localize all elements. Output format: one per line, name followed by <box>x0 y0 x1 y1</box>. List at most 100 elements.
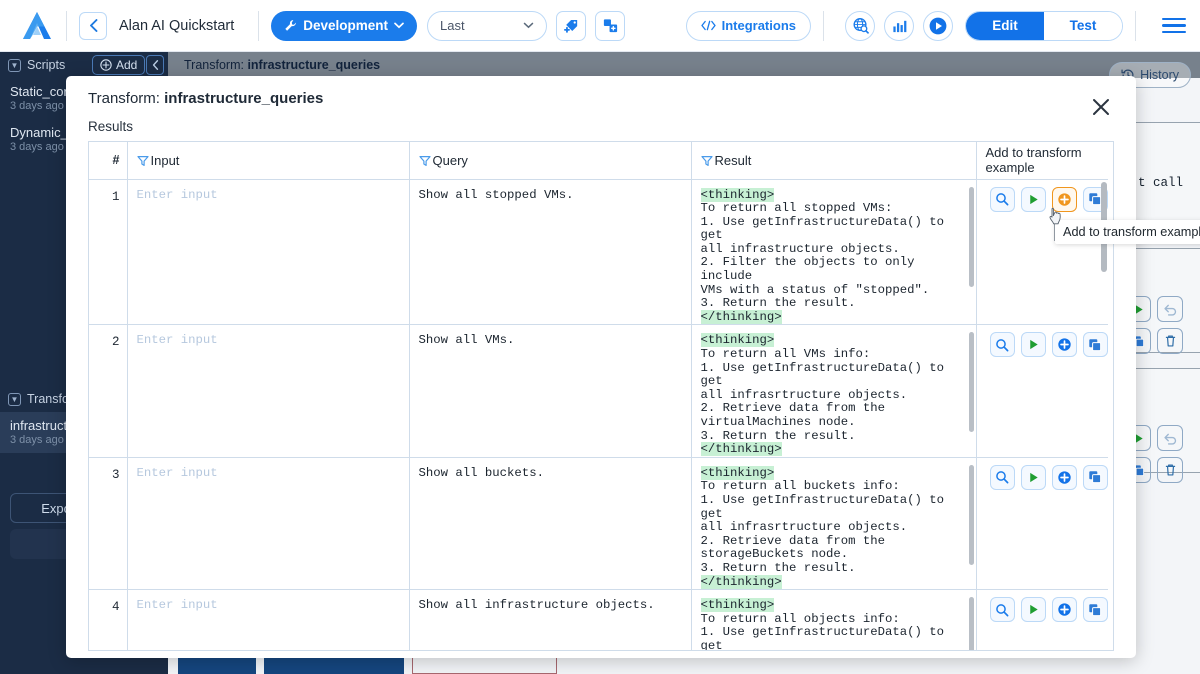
result-cell[interactable]: <thinking> To return all VMs info: 1. Us… <box>691 325 976 457</box>
header-divider-3 <box>823 11 824 41</box>
integrations-button[interactable]: Integrations <box>686 11 811 41</box>
wrench-icon <box>284 19 297 32</box>
query-cell[interactable]: Show all VMs. <box>409 325 691 457</box>
add-to-example-button[interactable] <box>1052 465 1077 490</box>
run-button[interactable] <box>1021 332 1046 357</box>
run-button[interactable] <box>1021 465 1046 490</box>
play-icon <box>1027 193 1040 206</box>
column-header-input[interactable]: Input <box>127 142 409 179</box>
view-button[interactable] <box>990 465 1015 490</box>
query-text: Show all stopped VMs. <box>419 189 682 203</box>
add-button[interactable]: Add <box>92 55 145 75</box>
copy-button[interactable] <box>1083 465 1108 490</box>
history-label: History <box>1140 68 1179 82</box>
actions-cell <box>976 179 1108 325</box>
plus-circle-icon <box>1057 602 1072 617</box>
collapse-sidebar-button[interactable] <box>146 55 164 75</box>
add-tag-button[interactable] <box>556 11 586 41</box>
view-button[interactable] <box>990 187 1015 212</box>
run-button[interactable] <box>1021 187 1046 212</box>
result-cell[interactable]: <thinking> To return all objects info: 1… <box>691 590 976 651</box>
edit-test-toggle[interactable]: Edit Test <box>965 11 1123 41</box>
bg-delete-button-2[interactable] <box>1157 457 1183 483</box>
chevron-down-icon <box>394 22 404 29</box>
modal-title-prefix: Transform: <box>88 90 164 107</box>
magnifier-icon <box>995 470 1009 484</box>
magnifier-icon <box>995 192 1009 206</box>
main-menu-button[interactable] <box>1162 18 1186 34</box>
table-row: 2 Enter input Show all VMs. <thinking> T… <box>89 325 1108 457</box>
thinking-close-tag: </thinking> <box>701 442 782 456</box>
version-selector[interactable]: Last <box>427 11 547 41</box>
bg-delete-button-1[interactable] <box>1157 328 1183 354</box>
bg-undo-button-2[interactable] <box>1157 425 1183 451</box>
query-cell[interactable]: Show all buckets. <box>409 457 691 589</box>
filter-icon[interactable] <box>701 155 713 167</box>
analytics-button[interactable] <box>884 11 914 41</box>
column-header-num: # <box>89 142 127 179</box>
result-cell[interactable]: <thinking> To return all buckets info: 1… <box>691 457 976 589</box>
thinking-open-tag: <thinking> <box>701 333 775 347</box>
copy-button[interactable] <box>1083 597 1108 622</box>
copy-icon <box>1088 470 1102 484</box>
version-label: Last <box>440 18 465 33</box>
table-row: 4 Enter input Show all infrastructure ob… <box>89 590 1108 651</box>
result-text: <thinking> To return all buckets info: 1… <box>701 467 967 589</box>
undo-icon <box>1163 303 1177 316</box>
undo-icon <box>1163 432 1177 445</box>
query-text: Show all buckets. <box>419 467 682 481</box>
column-header-query[interactable]: Query <box>409 142 691 179</box>
view-button[interactable] <box>990 597 1015 622</box>
run-button[interactable] <box>1021 597 1046 622</box>
bar-chart-icon <box>891 18 908 34</box>
actions-cell <box>976 457 1108 589</box>
copy-button[interactable] <box>1083 332 1108 357</box>
magnifier-icon <box>995 338 1009 352</box>
play-button[interactable] <box>923 11 953 41</box>
query-cell[interactable]: Show all infrastructure objects. <box>409 590 691 651</box>
add-to-example-button[interactable] <box>1052 597 1077 622</box>
tab-edit[interactable]: Edit <box>966 12 1044 40</box>
modal-section-label: Results <box>88 119 133 134</box>
header-divider-2 <box>258 11 259 41</box>
filter-icon[interactable] <box>137 155 149 167</box>
code-brackets-icon <box>701 20 716 31</box>
breadcrumb-prefix: Transform: <box>184 58 247 72</box>
workspace-subbar: Transform: infrastructure_queries <box>168 52 1200 78</box>
actions-cell <box>976 590 1108 651</box>
result-scrollbar[interactable] <box>969 597 974 651</box>
input-cell[interactable]: Enter input <box>127 325 409 457</box>
modal-close-button[interactable] <box>1088 94 1114 120</box>
hamburger-menu-icon <box>1162 18 1186 21</box>
actions-cell <box>976 325 1108 457</box>
copy-icon <box>1088 338 1102 352</box>
action-buttons <box>990 465 1109 490</box>
query-cell[interactable]: Show all stopped VMs. <box>409 179 691 325</box>
alan-logo-icon[interactable] <box>20 10 54 42</box>
input-cell[interactable]: Enter input <box>127 179 409 325</box>
project-name: Alan AI Quickstart <box>119 18 234 34</box>
result-scrollbar[interactable] <box>969 187 974 287</box>
add-tag-icon <box>563 17 580 34</box>
result-cell[interactable]: <thinking> To return all stopped VMs: 1.… <box>691 179 976 325</box>
plus-circle-icon <box>100 59 112 71</box>
input-cell[interactable]: Enter input <box>127 457 409 589</box>
results-table-container[interactable]: # Input Query Result <box>88 141 1114 651</box>
chevron-left-icon <box>89 19 98 32</box>
add-to-example-button[interactable] <box>1052 332 1077 357</box>
view-button[interactable] <box>990 332 1015 357</box>
duplicate-project-button[interactable] <box>595 11 625 41</box>
filter-icon[interactable] <box>419 155 431 167</box>
environment-selector[interactable]: Development <box>271 11 417 41</box>
back-button[interactable] <box>79 12 107 40</box>
globe-search-button[interactable] <box>845 11 875 41</box>
breadcrumb-name: infrastructure_queries <box>247 58 380 72</box>
result-scrollbar[interactable] <box>969 332 974 432</box>
bg-undo-button-1[interactable] <box>1157 296 1183 322</box>
column-header-result[interactable]: Result <box>691 142 976 179</box>
result-body: To return all stopped VMs: 1. Use getInf… <box>701 201 952 310</box>
tab-test[interactable]: Test <box>1044 12 1122 40</box>
input-cell[interactable]: Enter input <box>127 590 409 651</box>
duplicate-project-icon <box>602 17 619 34</box>
result-scrollbar[interactable] <box>969 465 974 565</box>
